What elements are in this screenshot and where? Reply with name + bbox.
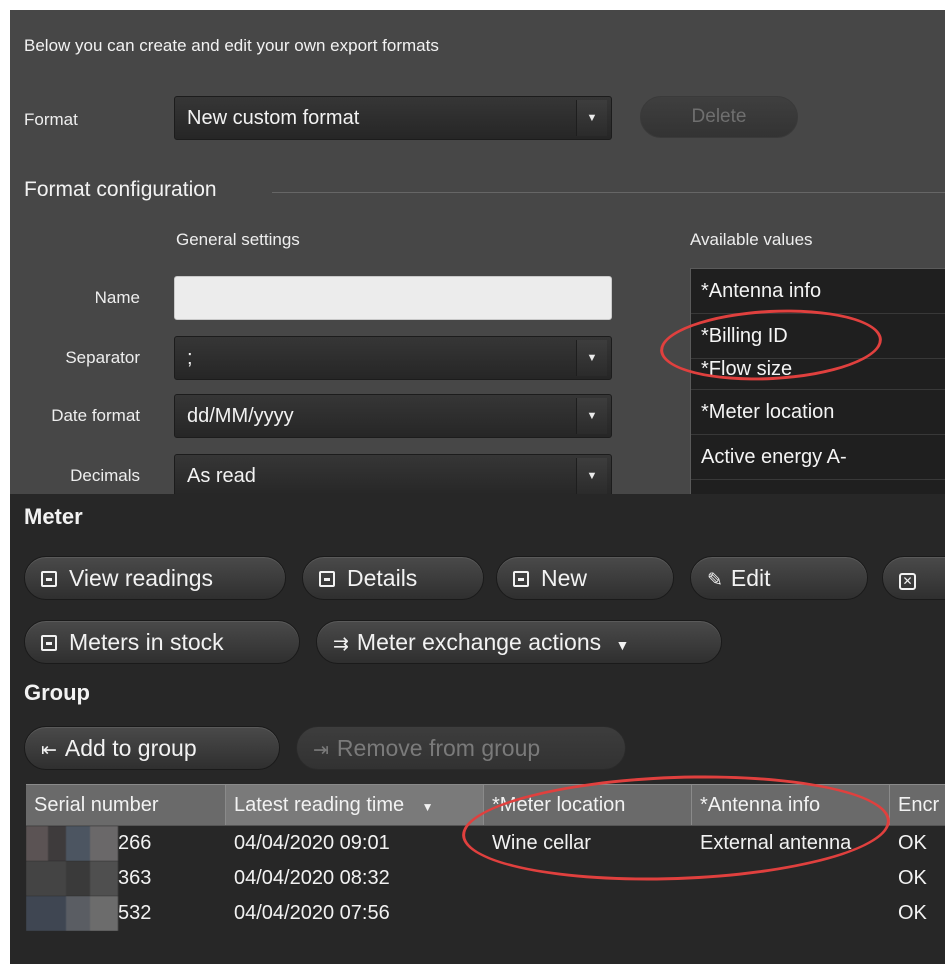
column-header-sorted[interactable]: Latest reading time ▼ [226, 785, 484, 825]
time-cell: 04/04/2020 09:01 [234, 832, 390, 854]
details-button[interactable]: Details [302, 556, 484, 600]
separator-select-value: ; [187, 347, 193, 369]
format-configuration-title: Format configuration [24, 178, 217, 201]
meter-exchange-actions-button[interactable]: ⇉ Meter exchange actions ▼ [316, 620, 722, 664]
list-item[interactable]: Active energy A- [691, 435, 945, 480]
column-header-label: Latest reading time [234, 794, 405, 816]
location-cell [484, 861, 692, 896]
location-cell [484, 896, 692, 931]
serial-text: 363 [118, 867, 152, 889]
table-row[interactable]: 363 04/04/2020 08:32 OK [26, 861, 945, 896]
name-input[interactable] [174, 276, 612, 320]
antenna-cell [692, 861, 890, 896]
remove-from-group-label: Remove from group [336, 735, 541, 761]
redacted-block [26, 896, 118, 931]
save-icon [513, 571, 529, 587]
meter-exchange-actions-label: Meter exchange actions [356, 629, 602, 655]
export-format-panel: Below you can create and edit your own e… [10, 10, 945, 494]
meters-in-stock-button[interactable]: Meters in stock [24, 620, 300, 664]
serial-cell: 266 [26, 826, 226, 861]
add-to-group-button[interactable]: ⇤ Add to group [24, 726, 280, 770]
view-readings-button[interactable]: View readings [24, 556, 286, 600]
decimals-select[interactable]: As read ▼ [174, 454, 612, 494]
exchange-icon: ⇉ [333, 634, 349, 655]
edit-button[interactable]: ✎ Edit [690, 556, 868, 600]
view-readings-label: View readings [69, 565, 214, 591]
separator-label: Separator [65, 348, 140, 367]
time-cell: 04/04/2020 08:32 [234, 867, 390, 889]
serial-text: 266 [118, 832, 152, 854]
remove-group-icon: ⇥ [313, 740, 329, 761]
close-box-icon: ✕ [899, 573, 916, 590]
separator-select[interactable]: ; ▼ [174, 336, 612, 380]
save-icon [41, 635, 57, 651]
time-cell: 04/04/2020 07:56 [234, 902, 390, 924]
status-cell: OK [898, 832, 927, 854]
format-label: Format [24, 110, 78, 129]
remove-from-group-button[interactable]: ⇥ Remove from group [296, 726, 626, 770]
table-row[interactable]: 266 04/04/2020 09:01 Wine cellar Externa… [26, 826, 945, 861]
chevron-down-icon: ▼ [615, 637, 630, 653]
intro-text: Below you can create and edit your own e… [24, 36, 439, 55]
edit-label: Edit [730, 565, 771, 591]
list-item[interactable]: *Flow size [691, 359, 945, 390]
meter-title: Meter [24, 504, 83, 529]
date-format-select-value: dd/MM/yyyy [187, 405, 294, 427]
new-label: New [541, 565, 588, 591]
available-values-list[interactable]: *Antenna info *Billing ID *Flow size *Me… [690, 268, 945, 494]
table-header: Serial number Latest reading time ▼ *Met… [26, 784, 945, 826]
serial-cell: 532 [26, 896, 226, 931]
list-item[interactable]: *Billing ID [691, 314, 945, 359]
redacted-block [26, 826, 118, 861]
status-cell: OK [898, 902, 927, 924]
details-label: Details [347, 565, 418, 591]
pencil-icon: ✎ [707, 570, 723, 591]
status-cell: OK [898, 867, 927, 889]
decimals-select-value: As read [187, 465, 256, 487]
group-title: Group [24, 680, 90, 705]
meter-panel: Meter View readings Details New ✎ Edit ✕ … [10, 494, 945, 964]
date-format-select[interactable]: dd/MM/yyyy ▼ [174, 394, 612, 438]
antenna-cell [692, 896, 890, 931]
format-select[interactable]: New custom format ▼ [174, 96, 612, 140]
chevron-down-icon[interactable]: ▼ [576, 398, 607, 434]
meters-in-stock-label: Meters in stock [69, 629, 224, 655]
redacted-block [26, 861, 118, 896]
column-header[interactable]: *Antenna info [692, 785, 890, 825]
delete-meter-button[interactable]: ✕ [882, 556, 945, 600]
name-label: Name [94, 288, 140, 307]
save-icon [319, 571, 335, 587]
format-select-value: New custom format [187, 107, 360, 129]
antenna-cell: External antenna [700, 832, 852, 854]
chevron-down-icon[interactable]: ▼ [576, 100, 607, 136]
serial-text: 532 [118, 902, 152, 924]
table-row[interactable]: 532 04/04/2020 07:56 OK [26, 896, 945, 931]
meters-table: Serial number Latest reading time ▼ *Met… [26, 784, 945, 931]
save-icon [41, 571, 57, 587]
chevron-down-icon[interactable]: ▼ [576, 340, 607, 376]
chevron-down-icon[interactable]: ▼ [576, 458, 607, 494]
new-button[interactable]: New [496, 556, 674, 600]
add-to-group-label: Add to group [64, 735, 197, 761]
available-values-heading: Available values [690, 230, 813, 249]
column-header[interactable]: Serial number [26, 785, 226, 825]
list-item[interactable]: *Meter location [691, 390, 945, 435]
decimals-label: Decimals [70, 466, 140, 485]
column-header[interactable]: Encr [890, 785, 945, 825]
delete-button[interactable]: Delete [640, 96, 798, 138]
column-header[interactable]: *Meter location [484, 785, 692, 825]
serial-cell: 363 [26, 861, 226, 896]
section-divider [272, 192, 945, 193]
list-item[interactable]: *Antenna info [691, 269, 945, 314]
add-group-icon: ⇤ [41, 740, 57, 761]
general-settings-heading: General settings [176, 230, 300, 249]
date-format-label: Date format [51, 406, 140, 425]
sort-down-icon: ▼ [421, 800, 434, 814]
location-cell: Wine cellar [492, 832, 591, 854]
